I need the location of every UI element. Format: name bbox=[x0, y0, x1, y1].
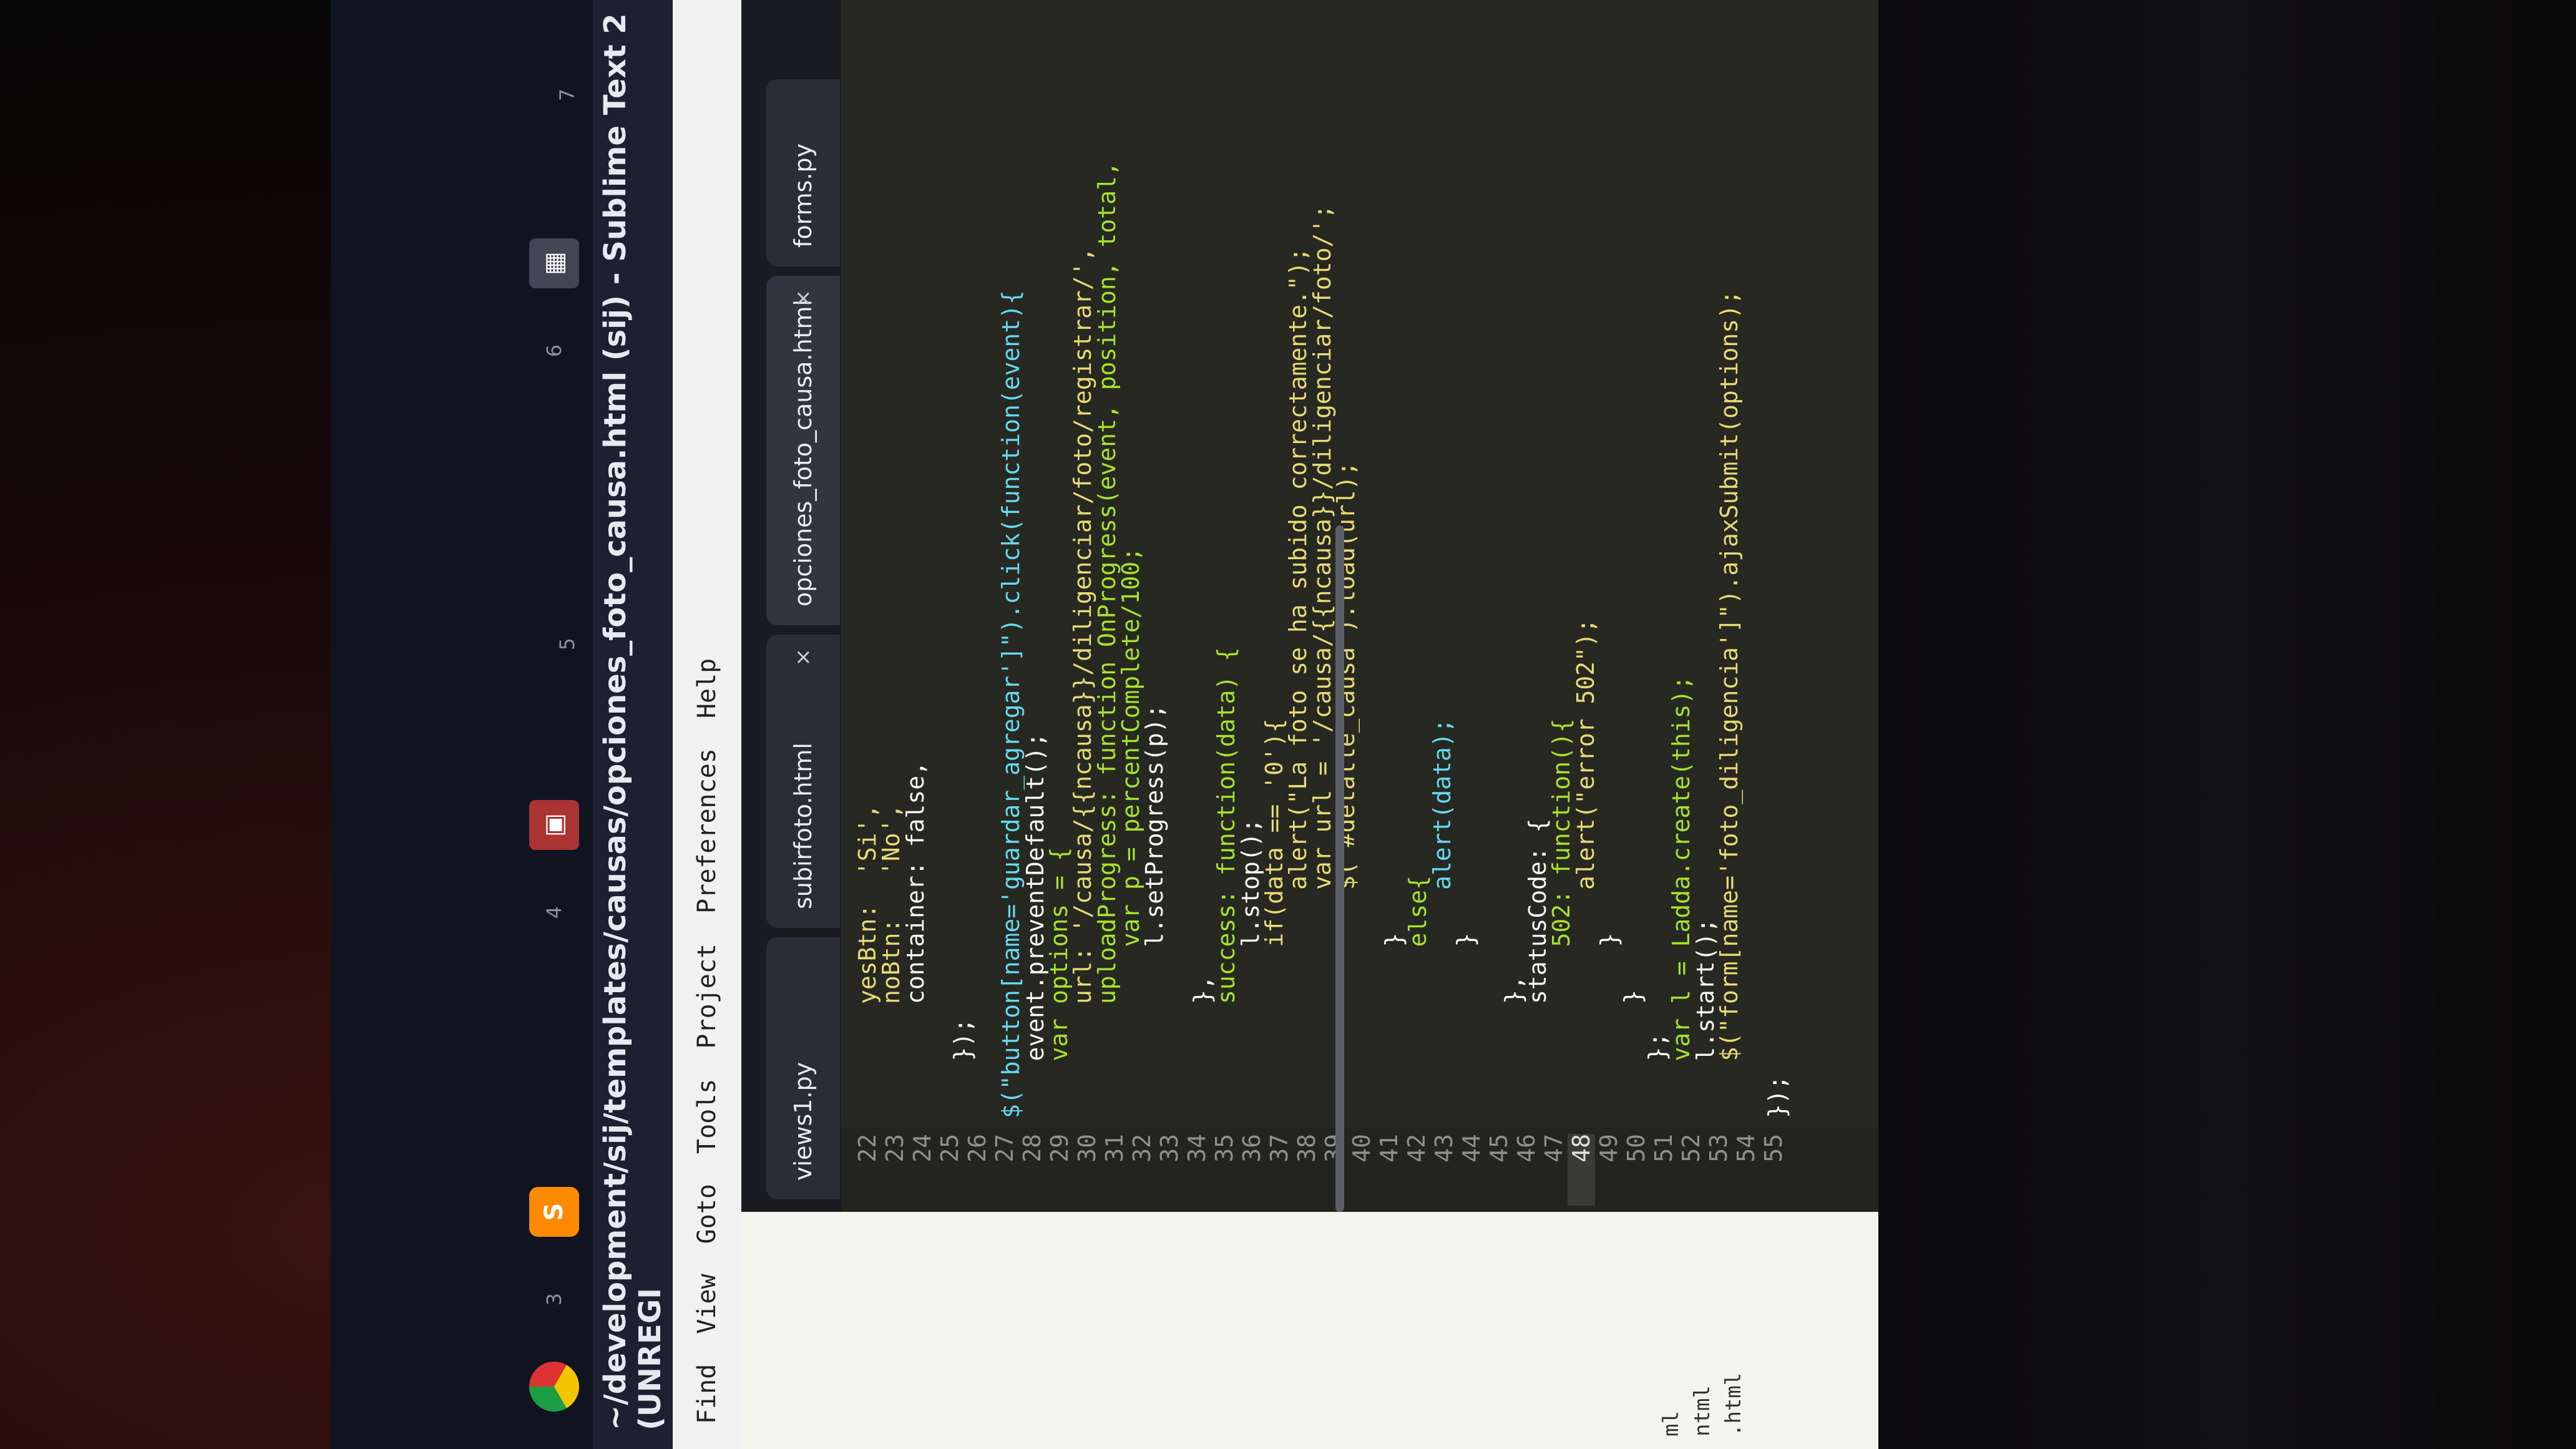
line-number: 34 bbox=[1183, 1134, 1211, 1163]
menu-preferences[interactable]: Preferences bbox=[693, 748, 721, 914]
background-wall bbox=[1878, 0, 2576, 1449]
workspace-7[interactable]: 7 bbox=[555, 70, 579, 120]
code-line: l.setProgress(p); bbox=[1141, 704, 1169, 1118]
line-number: 44 bbox=[1458, 1134, 1485, 1163]
line-number: 23 bbox=[881, 1134, 909, 1163]
menu-view[interactable]: View bbox=[693, 1274, 721, 1334]
tab-label: forms.py bbox=[789, 143, 817, 248]
line-number: 27 bbox=[991, 1134, 1018, 1163]
line-number: 50 bbox=[1622, 1134, 1650, 1163]
line-number: 30 bbox=[1073, 1134, 1101, 1163]
app-thumbnail-icon[interactable]: ▦ bbox=[529, 238, 579, 288]
sidebar-file-item[interactable]: ntml bbox=[1690, 1385, 1715, 1437]
line-number: 25 bbox=[936, 1134, 964, 1163]
line-number: 29 bbox=[1046, 1134, 1073, 1163]
screen: 3 S 4 ▣ 5 6 ▦ 7 ~/development/sij/templa… bbox=[331, 0, 1878, 1449]
line-number: 26 bbox=[964, 1134, 991, 1163]
workspace-5[interactable]: 5 bbox=[555, 619, 579, 669]
line-number: 48 bbox=[1568, 1134, 1595, 1206]
code-line: } bbox=[1451, 932, 1480, 1118]
taskbar: 3 S 4 ▣ 5 6 ▦ 7 bbox=[331, 0, 917, 1449]
tab-views1-py[interactable]: views1.py bbox=[766, 937, 840, 1199]
menu-project[interactable]: Project bbox=[693, 944, 721, 1049]
line-number: 37 bbox=[1266, 1134, 1293, 1163]
sublime-text-icon[interactable]: S bbox=[529, 1187, 579, 1237]
line-number: 32 bbox=[1128, 1134, 1156, 1163]
line-number: 43 bbox=[1430, 1134, 1458, 1163]
line-number: 55 bbox=[1760, 1134, 1787, 1163]
menu-goto[interactable]: Goto bbox=[693, 1184, 721, 1244]
line-number: 45 bbox=[1485, 1134, 1513, 1163]
line-number: 33 bbox=[1156, 1134, 1183, 1163]
code-line: $("form[name='foto_diligencia']").ajaxSu… bbox=[1715, 290, 1743, 1118]
line-number: 40 bbox=[1348, 1134, 1375, 1163]
tab-opciones-foto-causa-html[interactable]: opciones_foto_causa.html × bbox=[766, 276, 840, 625]
code-line: }); bbox=[1763, 1075, 1791, 1118]
sidebar-file-item[interactable]: .html bbox=[1721, 1373, 1746, 1437]
tab-forms-py[interactable]: forms.py bbox=[766, 79, 840, 266]
tab-bar: views1.py subirfoto.html × opciones_foto… bbox=[741, 0, 841, 1212]
line-number: 51 bbox=[1650, 1134, 1677, 1163]
line-number: 47 bbox=[1540, 1134, 1568, 1163]
line-number: 54 bbox=[1732, 1134, 1760, 1163]
menu-help[interactable]: Help bbox=[693, 658, 721, 718]
line-number: 36 bbox=[1238, 1134, 1266, 1163]
line-number: 46 bbox=[1513, 1134, 1540, 1163]
line-number: 24 bbox=[909, 1134, 936, 1163]
chrome-icon[interactable] bbox=[529, 1362, 579, 1412]
line-number: 38 bbox=[1293, 1134, 1320, 1163]
window-title: ~/development/sij/templates/causas/opcio… bbox=[593, 0, 673, 1449]
code-editor[interactable]: 22 23 24 25 26 27 28 29 30 31 32 33 34 35 36 37 38 39 40 41… bbox=[841, 0, 1878, 1212]
code-line: container: false, bbox=[901, 761, 929, 1118]
horizontal-scrollbar[interactable] bbox=[1335, 525, 1344, 1212]
window-thumbnail-icon[interactable]: ▣ bbox=[529, 800, 579, 850]
menu-bar: Find View Goto Tools Project Preferences… bbox=[673, 0, 741, 1449]
line-number-gutter: 22 23 24 25 26 27 28 29 30 31 32 33 34 35 36 37 38 39 40 41… bbox=[841, 1128, 1878, 1212]
line-number: 31 bbox=[1101, 1134, 1128, 1163]
line-number: 41 bbox=[1375, 1134, 1403, 1163]
tab-subirfoto-html[interactable]: subirfoto.html × bbox=[766, 635, 840, 928]
menu-find[interactable]: Find bbox=[693, 1364, 721, 1424]
tab-label: subirfoto.html bbox=[789, 743, 817, 909]
workspace-6[interactable]: 6 bbox=[542, 326, 566, 376]
line-number: 52 bbox=[1677, 1134, 1705, 1163]
line-number: 53 bbox=[1705, 1134, 1732, 1163]
line-number: 35 bbox=[1211, 1134, 1238, 1163]
line-number: 49 bbox=[1595, 1134, 1622, 1163]
tab-label: opciones_foto_causa.html bbox=[789, 299, 817, 607]
menu-tools[interactable]: Tools bbox=[693, 1079, 721, 1154]
line-number: 42 bbox=[1403, 1134, 1430, 1163]
close-icon[interactable]: × bbox=[791, 648, 816, 666]
workspace-3[interactable]: 3 bbox=[542, 1274, 566, 1324]
close-icon[interactable]: × bbox=[791, 290, 816, 308]
workspace-4[interactable]: 4 bbox=[542, 887, 566, 937]
sidebar-file-item[interactable]: ml bbox=[1659, 1411, 1684, 1437]
sidebar: ml ntml .html bbox=[741, 1211, 1878, 1449]
line-number: 28 bbox=[1018, 1134, 1046, 1163]
tab-label: views1.py bbox=[789, 1061, 817, 1181]
code-line: }); bbox=[949, 1018, 977, 1118]
line-number: 22 bbox=[854, 1134, 881, 1163]
